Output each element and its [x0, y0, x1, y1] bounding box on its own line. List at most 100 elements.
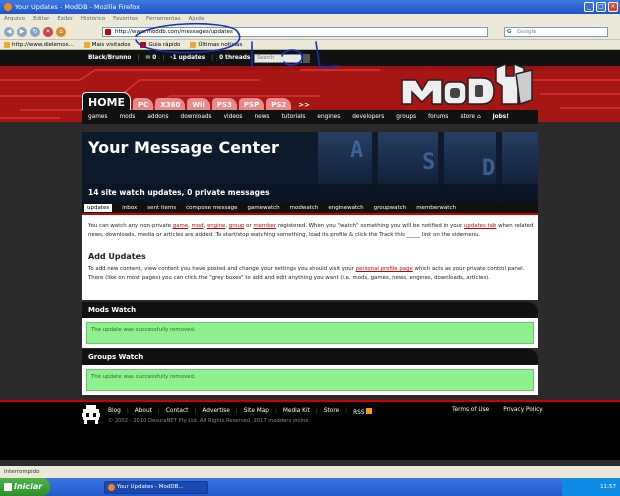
subtab-compose[interactable]: compose message: [186, 205, 237, 211]
taskbar-item-firefox[interactable]: Your Updates - ModDB...: [104, 481, 208, 494]
add-updates-heading: Add Updates: [88, 252, 146, 261]
bookmark-item[interactable]: Guia rápido: [140, 41, 180, 48]
footer-rss[interactable]: RSS: [353, 408, 373, 416]
moddb-logo[interactable]: [398, 60, 536, 114]
nav-news[interactable]: news: [254, 114, 269, 120]
footer-blog[interactable]: Blog: [108, 408, 121, 416]
menu-edit[interactable]: Editar: [33, 16, 49, 22]
browser-menubar: Arquivo Editar Exibir Histórico Favorito…: [0, 14, 620, 24]
browser-search-input[interactable]: G Google: [504, 27, 608, 37]
footer-sitemap[interactable]: Site Map: [244, 408, 269, 416]
footer-advertise[interactable]: Advertise: [202, 408, 229, 416]
reload-icon[interactable]: ↻: [30, 26, 40, 37]
member-link[interactable]: member: [253, 223, 276, 229]
game-link[interactable]: game: [173, 223, 188, 229]
nav-mods[interactable]: mods: [119, 114, 135, 120]
google-icon: G: [507, 29, 512, 35]
updates-link[interactable]: -1 updates: [170, 55, 205, 61]
browser-search-placeholder: Google: [517, 29, 537, 35]
windows-icon: [4, 483, 12, 491]
menu-bookmarks[interactable]: Favoritos: [113, 16, 138, 22]
nav-addons[interactable]: addons: [147, 114, 168, 120]
engine-link[interactable]: engine: [207, 223, 225, 229]
bookmark-item[interactable]: Últimas notícias: [190, 41, 242, 48]
nav-games[interactable]: games: [88, 114, 107, 120]
menu-history[interactable]: Histórico: [81, 16, 105, 22]
space-invader-icon: [82, 405, 100, 424]
menu-help[interactable]: Ajuda: [189, 16, 205, 22]
url-text: http://www.moddb.com/messages/updates: [115, 29, 233, 35]
window-titlebar: Your Updates - ModDB - Mozilla Firefox _…: [0, 0, 620, 14]
subtab-updates[interactable]: updates: [84, 203, 113, 212]
bookmark-item[interactable]: Mais visitados: [83, 41, 130, 48]
store-icon: ⌂: [476, 114, 481, 120]
bookmarks-toolbar: http://www.dielemos... Mais visitados Gu…: [0, 40, 620, 50]
nav-engines[interactable]: engines: [317, 114, 340, 120]
start-button[interactable]: Iniciar: [0, 478, 50, 496]
bookmark-icon: [140, 41, 147, 48]
site-search-input[interactable]: Search: [254, 54, 302, 63]
privacy-link[interactable]: Privacy Policy: [503, 407, 543, 413]
nav-developers[interactable]: developers: [352, 114, 384, 120]
site-favicon-icon: [105, 29, 111, 35]
tab-home[interactable]: HOME: [82, 92, 132, 112]
home-icon[interactable]: ⌂: [56, 26, 66, 37]
close-button[interactable]: ×: [608, 2, 618, 12]
nav-tutorials[interactable]: tutorials: [281, 114, 305, 120]
subtab-enginewatch[interactable]: enginewatch: [328, 205, 363, 211]
subtab-sent-items[interactable]: sent items: [147, 205, 176, 211]
nav-store[interactable]: store ⌂: [460, 114, 480, 120]
clock: 11:57: [600, 484, 616, 490]
nav-forums[interactable]: forums: [428, 114, 448, 120]
taskbar: [0, 478, 620, 496]
subtab-gamewatch[interactable]: gamewatch: [247, 205, 279, 211]
menu-file[interactable]: Arquivo: [4, 16, 25, 22]
footer-legal: Terms of Use Privacy Policy: [452, 407, 543, 413]
bookmark-item[interactable]: http://www.dielemos...: [4, 41, 74, 48]
nav-videos[interactable]: videos: [224, 114, 243, 120]
main-nav: games mods addons downloads videos news …: [82, 110, 538, 124]
subtab-inbox[interactable]: inbox: [122, 205, 137, 211]
menu-tools[interactable]: Ferramentas: [146, 16, 181, 22]
messages-count[interactable]: ✉ 0: [145, 55, 156, 61]
forward-icon[interactable]: ▶: [17, 26, 27, 37]
folder-icon: [83, 41, 90, 48]
profile-page-link[interactable]: personal profile page: [356, 266, 413, 272]
footer-contact[interactable]: Contact: [166, 408, 189, 416]
add-updates-paragraph: To add new content, view content you hav…: [88, 266, 525, 281]
subtab-memberwatch[interactable]: memberwatch: [416, 205, 456, 211]
updates-tab-link[interactable]: updates tab: [464, 223, 496, 229]
footer-about[interactable]: About: [135, 408, 152, 416]
footer-mediakit[interactable]: Media Kit: [283, 408, 310, 416]
nav-downloads[interactable]: downloads: [181, 114, 212, 120]
nav-groups[interactable]: groups: [396, 114, 416, 120]
maximize-button[interactable]: □: [596, 2, 606, 12]
back-icon[interactable]: ◀: [4, 26, 14, 37]
footer-store[interactable]: Store: [324, 408, 339, 416]
minimize-button[interactable]: _: [584, 2, 594, 12]
mod-link[interactable]: mod: [192, 223, 204, 229]
system-tray: 11:57: [562, 478, 620, 496]
subtab-modwatch[interactable]: modwatch: [290, 205, 319, 211]
group-link[interactable]: group: [229, 223, 245, 229]
browser-navbar: ◀ ▶ ↻ ✕ ⌂ http://www.moddb.com/messages/…: [0, 24, 620, 40]
site-search-button[interactable]: [303, 54, 310, 63]
mods-watch-box: Mods Watch The update was successfully r…: [82, 302, 538, 348]
footer-links: Blog | About | Contact | Advertise | Site Ma…: [108, 408, 373, 416]
url-bar[interactable]: http://www.moddb.com/messages/updates: [102, 27, 488, 37]
threads-link[interactable]: 0 threads: [219, 55, 250, 61]
mods-watch-title: Mods Watch: [82, 302, 538, 318]
window-controls: _ □ ×: [584, 2, 618, 12]
groups-watch-message: The update was successfully removed.: [86, 369, 534, 391]
menu-view[interactable]: Exibir: [57, 16, 73, 22]
nav-jobs[interactable]: jobs!: [493, 114, 509, 120]
terms-link[interactable]: Terms of Use: [452, 407, 489, 413]
stop-icon[interactable]: ✕: [43, 26, 53, 37]
subtab-divider: [82, 213, 538, 215]
firefox-icon: [4, 3, 12, 11]
copyright: © 2002 - 2010 DesuraNET Pty Ltd. All Rig…: [108, 418, 311, 424]
subtab-groupwatch[interactable]: groupwatch: [374, 205, 407, 211]
username-link[interactable]: Black/Brunno: [88, 55, 131, 61]
rss-icon: [190, 41, 197, 48]
firefox-icon: [108, 484, 115, 491]
